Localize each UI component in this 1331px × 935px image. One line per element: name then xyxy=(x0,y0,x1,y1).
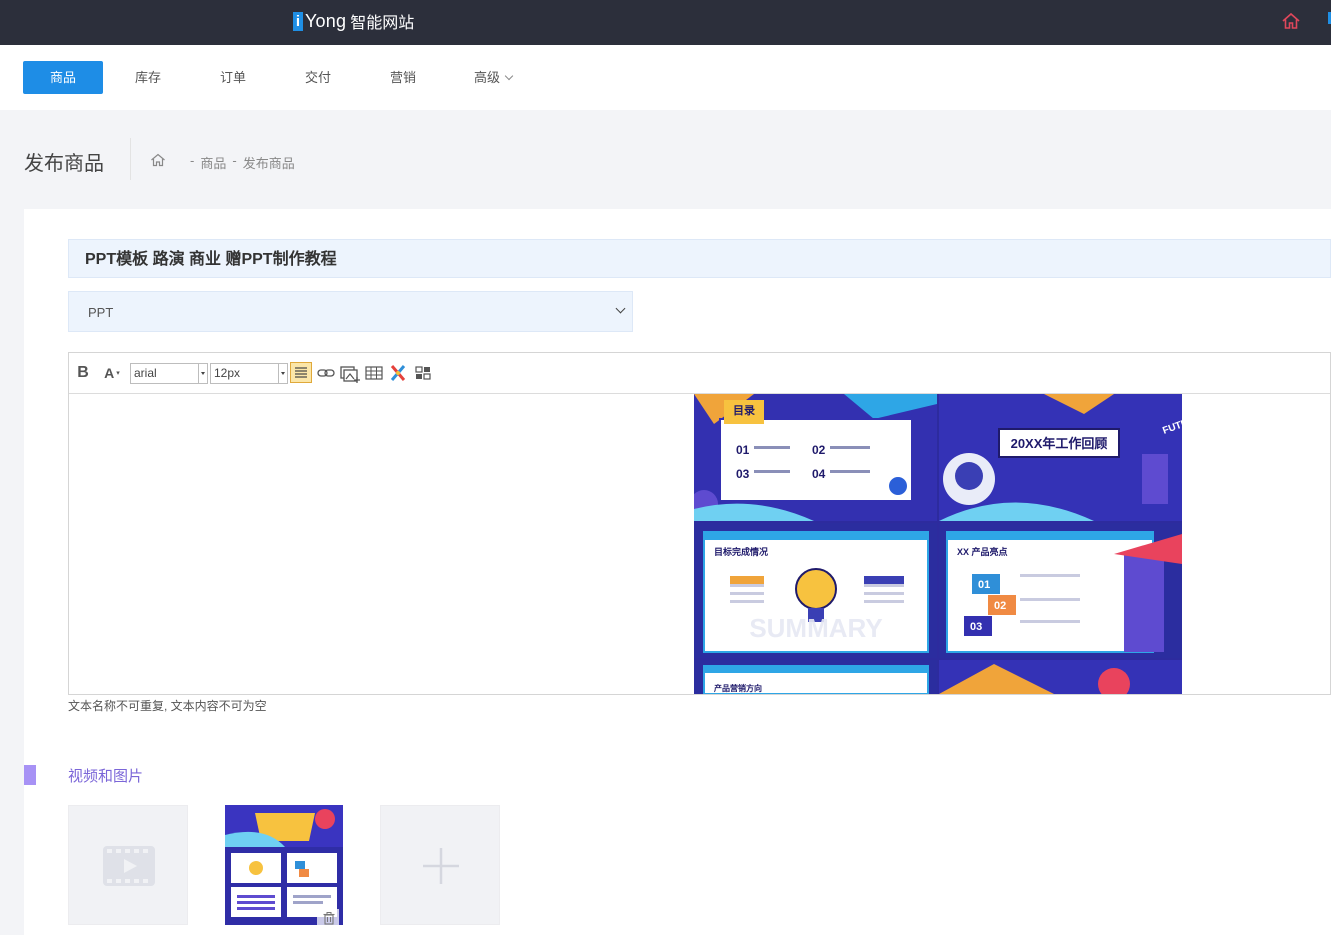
form-hint: 文本名称不可重复, 文本内容不可为空 xyxy=(68,699,267,713)
page-title: 发布商品 xyxy=(24,153,104,175)
nav-tab-inventory[interactable]: 库存 xyxy=(108,61,188,94)
slide4-item: 03 xyxy=(970,621,982,633)
nav-tab-delivery[interactable]: 交付 xyxy=(278,61,358,94)
slide4-title: XX 产品亮点 xyxy=(957,546,1008,557)
slide3-title: 目标完成情况 xyxy=(714,546,768,557)
dropdown-arrow-icon xyxy=(278,364,287,383)
font-family-value: arial xyxy=(134,366,157,380)
breadcrumb-item-current: 发布商品 xyxy=(242,156,295,171)
breadcrumb-separator: - xyxy=(190,153,195,168)
font-color-icon[interactable]: A ▾ xyxy=(101,363,123,383)
font-size-select[interactable]: 12px xyxy=(210,363,288,384)
slide5-title: 产品营销方向 xyxy=(714,683,762,693)
align-icon[interactable] xyxy=(290,362,312,383)
breadcrumb: - 商品 - 发布商品 xyxy=(190,153,301,172)
slide1-item: 04 xyxy=(812,467,826,481)
table-icon[interactable] xyxy=(365,363,383,383)
uploaded-image-thumbnail[interactable] xyxy=(225,805,343,925)
section-marker xyxy=(24,765,36,785)
title-divider xyxy=(130,138,131,180)
nav-tab-advanced[interactable]: 高级 xyxy=(448,61,538,94)
home-icon[interactable] xyxy=(1281,11,1301,31)
logo-mark: i xyxy=(293,11,303,31)
breadcrumb-separator: - xyxy=(232,153,237,168)
font-family-select[interactable]: arial xyxy=(130,363,208,384)
trash-icon[interactable] xyxy=(322,911,336,925)
chevron-down-icon xyxy=(615,303,626,314)
logo-brand: Yong xyxy=(305,10,347,31)
chevron-down-icon xyxy=(504,71,514,81)
nav-tab-label: 商品 xyxy=(49,70,76,85)
clear-format-icon[interactable] xyxy=(389,363,407,383)
insert-image-icon[interactable] xyxy=(340,363,360,383)
grid-layout-icon[interactable] xyxy=(414,363,432,383)
editor-toolbar: B A ▾ arial 12px xyxy=(69,353,1330,394)
main-nav: 商品 库存 订单 交付 营销 高级 xyxy=(0,45,1331,110)
slide4-item: 01 xyxy=(978,579,990,591)
dropdown-arrow-icon xyxy=(198,364,207,383)
slide1-title: 目录 xyxy=(733,404,755,417)
plus-icon xyxy=(423,848,459,884)
category-select[interactable]: PPT xyxy=(68,291,633,332)
nav-tab-label: 订单 xyxy=(219,70,246,85)
category-selected-value: PPT xyxy=(88,305,114,320)
video-icon xyxy=(103,846,155,886)
nav-tab-marketing[interactable]: 营销 xyxy=(363,61,443,94)
slide4-item: 02 xyxy=(994,600,1006,612)
font-size-value: 12px xyxy=(214,366,241,380)
embedded-slides-image[interactable]: 目录 01 02 03 04 20XX年工作回顾 FUTURE 目标完成情况 S… xyxy=(694,394,1182,694)
logo-subtitle: 智能网站 xyxy=(350,15,415,32)
breadcrumb-home-icon[interactable] xyxy=(150,152,166,168)
bold-icon[interactable]: B xyxy=(75,363,91,383)
nav-tab-label: 交付 xyxy=(304,70,331,85)
slide3-watermark: SUMMARY xyxy=(749,613,882,643)
slide1-item: 03 xyxy=(736,467,750,481)
nav-tab-products[interactable]: 商品 xyxy=(23,61,103,94)
section-title: 视频和图片 xyxy=(68,768,144,785)
nav-tab-orders[interactable]: 订单 xyxy=(193,61,273,94)
thumbnail-image xyxy=(225,805,343,925)
nav-tab-label: 库存 xyxy=(134,70,161,85)
logo[interactable]: i Yong 智能网站 xyxy=(293,9,414,33)
slide2-title: 20XX年工作回顾 xyxy=(1011,436,1108,451)
link-icon[interactable] xyxy=(317,363,335,383)
slide1-item: 02 xyxy=(812,443,826,457)
breadcrumb-item-products[interactable]: 商品 xyxy=(200,153,226,172)
video-upload-slot[interactable] xyxy=(68,805,188,925)
rich-text-editor[interactable]: B A ▾ arial 12px 目录 01 02 03 04 20XX年工作回… xyxy=(68,352,1331,695)
nav-tab-label: 高级 xyxy=(473,70,500,85)
product-title-input[interactable]: PPT模板 路演 商业 赠PPT制作教程 xyxy=(68,239,1331,278)
nav-tab-label: 营销 xyxy=(389,70,416,85)
add-image-button[interactable] xyxy=(380,805,500,925)
top-bar: i Yong 智能网站 xyxy=(0,0,1331,45)
slide1-item: 01 xyxy=(736,443,750,457)
